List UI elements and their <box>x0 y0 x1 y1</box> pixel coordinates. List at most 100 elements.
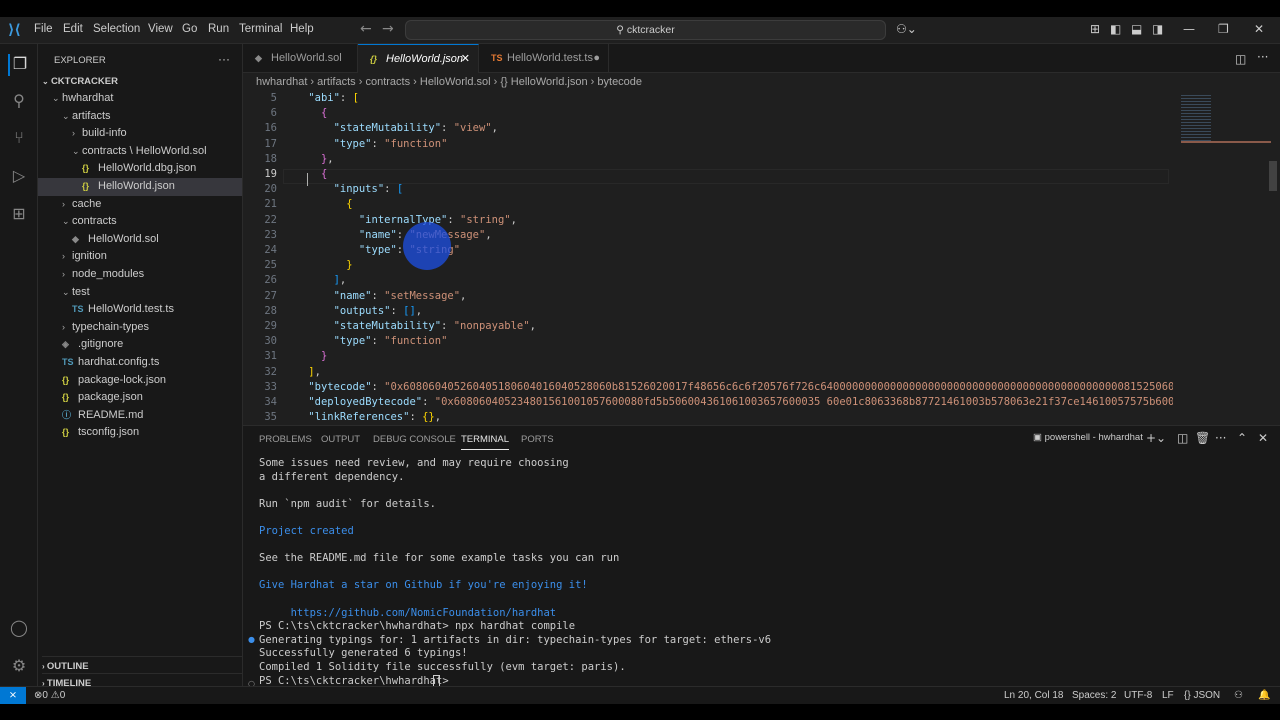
menu-edit[interactable]: Edit <box>63 23 83 35</box>
outline-section[interactable]: › OUTLINE <box>42 656 242 672</box>
close-window-icon[interactable]: ✕ <box>1254 22 1264 36</box>
breadcrumb-item[interactable]: HelloWorld.sol <box>420 76 491 88</box>
remote-icon[interactable]: ⨯ <box>0 687 26 704</box>
tree-item[interactable]: ◈ .gitignore <box>38 336 242 354</box>
tree-item[interactable]: ⓘ README.md <box>38 407 242 425</box>
code-line[interactable]: { <box>283 107 327 119</box>
copilot-icon[interactable]: ⚇⌄ <box>896 22 917 36</box>
copilot-status-icon[interactable]: ⚇ <box>1234 687 1243 704</box>
panel-tab-debug-console[interactable]: DEBUG CONSOLE <box>373 434 456 445</box>
tree-item[interactable]: ◆ HelloWorld.sol <box>38 231 242 249</box>
menu-view[interactable]: View <box>148 23 173 35</box>
tab-helloworld-sol[interactable]: ◆ HelloWorld.sol <box>243 44 358 73</box>
tree-item[interactable]: TS HelloWorld.test.ts <box>38 301 242 319</box>
minimap[interactable] <box>1173 91 1280 425</box>
breadcrumb-item[interactable]: artifacts <box>317 76 356 88</box>
editor-scrollbar[interactable] <box>1269 161 1277 191</box>
tree-item[interactable]: {} HelloWorld.json <box>38 178 242 196</box>
code-line[interactable]: "stateMutability": "nonpayable", <box>283 320 536 332</box>
kill-terminal-icon[interactable]: 🗑 <box>1195 431 1210 445</box>
maximize-panel-icon[interactable]: ⌃ <box>1237 431 1247 445</box>
restore-icon[interactable]: ❐ <box>1218 22 1229 36</box>
code-line[interactable]: "name": "newMessage", <box>283 229 492 241</box>
new-terminal-icon[interactable]: +⌄ <box>1146 431 1166 445</box>
cursor-position[interactable]: Ln 20, Col 18 <box>1004 687 1064 704</box>
tree-item[interactable]: ⌄ test <box>38 284 242 302</box>
code-line[interactable]: "outputs": [], <box>283 305 423 317</box>
tree-item[interactable]: TS hardhat.config.ts <box>38 354 242 372</box>
code-line[interactable]: "type": "function" <box>283 138 448 150</box>
run-debug-icon[interactable]: ▷ <box>8 166 30 188</box>
forward-arrow-icon[interactable]: → <box>382 21 394 37</box>
menu-terminal[interactable]: Terminal <box>239 23 282 35</box>
toggle-panel-icon[interactable]: ⬓ <box>1131 22 1142 36</box>
code-line[interactable]: { <box>283 168 327 180</box>
code-line[interactable]: "bytecode": "0x6080604052604051806040160… <box>283 381 1206 393</box>
search-view-icon[interactable]: ⚲ <box>8 91 30 113</box>
code-line[interactable]: "stateMutability": "view", <box>283 122 498 134</box>
tree-item[interactable]: ⌄ artifacts <box>38 108 242 126</box>
account-icon[interactable]: ◯ <box>8 618 30 640</box>
source-control-icon[interactable]: ⑂ <box>8 128 30 150</box>
explorer-icon[interactable]: ❐ <box>8 54 30 76</box>
tree-item[interactable]: › build-info <box>38 125 242 143</box>
editor-more-icon[interactable]: ··· <box>1257 50 1268 64</box>
code-line[interactable]: ], <box>283 274 347 286</box>
toggle-secondary-sidebar-icon[interactable]: ◨ <box>1152 22 1163 36</box>
panel-more-icon[interactable]: ··· <box>1215 431 1226 445</box>
code-line[interactable]: }, <box>283 153 334 165</box>
breadcrumb-item[interactable]: {} HelloWorld.json <box>500 76 587 88</box>
code-line[interactable]: ], <box>283 366 321 378</box>
command-center-search[interactable]: ⚲ cktcracker <box>405 20 886 40</box>
panel-tab-problems[interactable]: PROBLEMS <box>259 434 312 445</box>
close-panel-icon[interactable]: ✕ <box>1258 431 1268 445</box>
code-editor[interactable]: 5 "abi": [6 {16 "stateMutability": "view… <box>243 91 1280 425</box>
code-line[interactable]: "type": "function" <box>283 335 448 347</box>
problems-status[interactable]: ⊗0 ⚠0 <box>34 687 65 704</box>
menu-run[interactable]: Run <box>208 23 229 35</box>
back-arrow-icon[interactable]: ← <box>360 21 372 37</box>
tree-item[interactable]: ⌄ contracts \ HelloWorld.sol <box>38 143 242 161</box>
tab-helloworld-json[interactable]: {} HelloWorld.json ✕ <box>358 44 479 73</box>
code-line[interactable]: "linkReferences": {}, <box>283 411 441 423</box>
menu-go[interactable]: Go <box>182 23 197 35</box>
tree-item[interactable]: › typechain-types <box>38 319 242 337</box>
settings-gear-icon[interactable]: ⚙ <box>8 656 30 678</box>
tree-item[interactable]: › node_modules <box>38 266 242 284</box>
indentation[interactable]: Spaces: 2 <box>1072 687 1116 704</box>
tab-helloworld-test-ts[interactable]: TS HelloWorld.test.ts ● <box>479 44 609 73</box>
code-line[interactable]: "internalType": "string", <box>283 214 517 226</box>
code-line[interactable]: "abi": [ <box>283 92 359 104</box>
menu-file[interactable]: File <box>34 23 53 35</box>
panel-tab-terminal[interactable]: TERMINAL <box>461 434 510 450</box>
modified-dot-icon[interactable]: ● <box>593 44 600 73</box>
split-editor-icon[interactable]: ◫ <box>1235 52 1246 66</box>
breadcrumb-item[interactable]: contracts <box>365 76 410 88</box>
notifications-icon[interactable]: 🔔 <box>1258 687 1270 704</box>
breadcrumb-item[interactable]: bytecode <box>597 76 642 88</box>
panel-tab-ports[interactable]: PORTS <box>521 434 554 445</box>
toggle-sidebar-icon[interactable]: ◧ <box>1110 22 1121 36</box>
code-line[interactable]: } <box>283 259 352 271</box>
split-terminal-icon[interactable]: ◫ <box>1177 431 1188 445</box>
code-line[interactable]: "deployedBytecode": "0x60806040523480156… <box>283 396 1199 408</box>
menu-help[interactable]: Help <box>290 23 314 35</box>
code-line[interactable]: { <box>283 198 352 210</box>
workspace-root[interactable]: ⌄ CKTCRACKER <box>42 76 118 87</box>
tree-item[interactable]: › cache <box>38 196 242 214</box>
extensions-icon[interactable]: ⊞ <box>8 204 30 226</box>
breadcrumb-item[interactable]: hwhardhat <box>256 76 307 88</box>
customize-layout-icon[interactable]: ⊞ <box>1090 22 1100 36</box>
code-line[interactable]: } <box>283 350 327 362</box>
close-tab-icon[interactable]: ✕ <box>461 45 470 74</box>
code-line[interactable]: "inputs": [ <box>283 183 404 195</box>
menu-selection[interactable]: Selection <box>93 23 140 35</box>
tree-item[interactable]: ⌄ hwhardhat <box>38 90 242 108</box>
tree-item[interactable]: {} tsconfig.json <box>38 424 242 442</box>
panel-tab-output[interactable]: OUTPUT <box>321 434 360 445</box>
code-line[interactable]: "name": "setMessage", <box>283 290 467 302</box>
encoding[interactable]: UTF-8 <box>1124 687 1152 704</box>
terminal-selector[interactable]: ▣ powershell - hwhardhat <box>1033 432 1143 443</box>
tree-item[interactable]: ⌄ contracts <box>38 213 242 231</box>
tree-item[interactable]: {} HelloWorld.dbg.json <box>38 160 242 178</box>
